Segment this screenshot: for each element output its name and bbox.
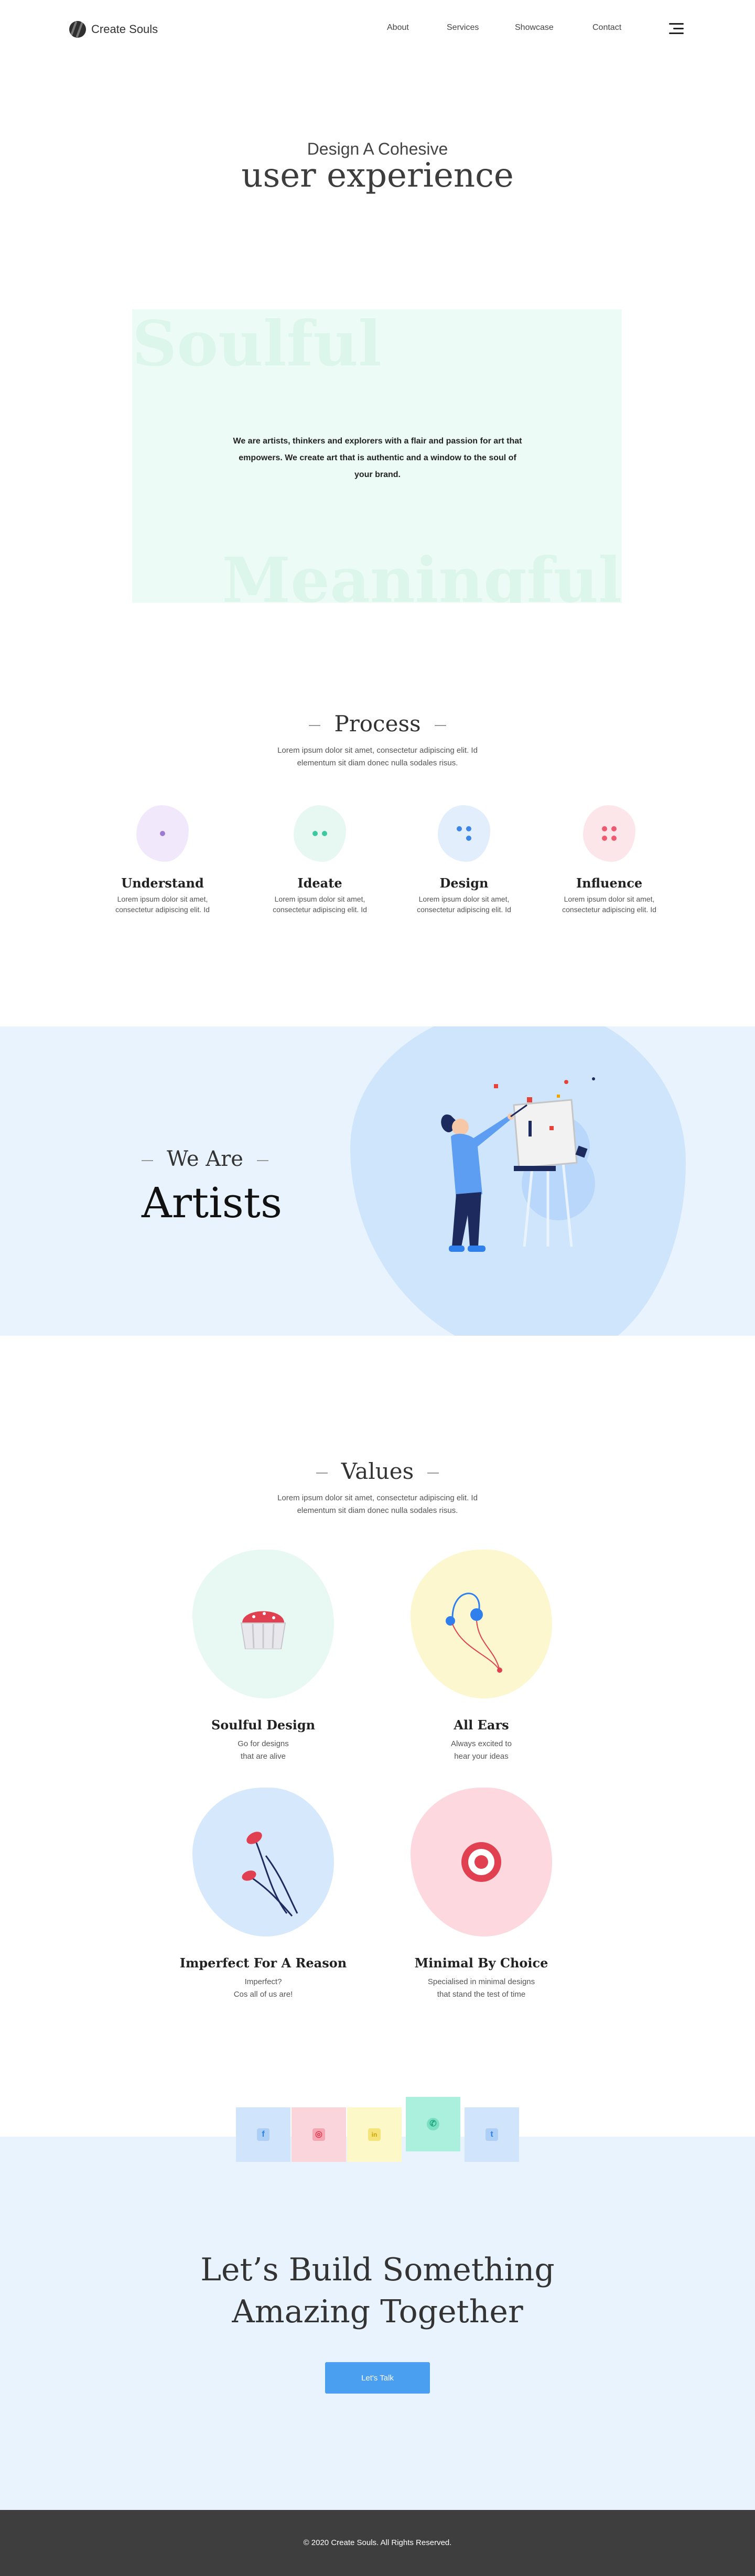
we-are-text: We Are: [167, 1147, 243, 1171]
title-dash: [142, 1160, 153, 1161]
title-dash: [309, 725, 321, 726]
instagram-icon: ◎: [312, 2128, 325, 2141]
understand-icon: [136, 805, 189, 862]
we-are-heading: We Are: [142, 1147, 282, 1171]
values-title: Values: [0, 1458, 755, 1484]
nav-contact[interactable]: Contact: [592, 23, 621, 33]
footer: © 2020 Create Souls. All Rights Reserved…: [0, 2510, 755, 2576]
design-icon: [438, 805, 490, 862]
lets-talk-button[interactable]: Let's Talk: [325, 2362, 430, 2394]
decorative-word-meaningful: Meaningful: [222, 544, 622, 603]
process-step-name: Design: [439, 875, 489, 891]
whatsapp-link[interactable]: ✆: [406, 2097, 460, 2151]
process-step-name: Influence: [576, 875, 643, 891]
intro-panel: Soulful Meaningful We are artists, think…: [132, 309, 622, 603]
ideate-icon: [294, 805, 346, 862]
values-description: Lorem ipsum dolor sit amet, consectetur …: [277, 1493, 478, 1515]
process-title: Process: [0, 711, 755, 737]
value-desc: Specialised in minimal designs that stand…: [397, 1976, 565, 2001]
cta-line-1: Let’s Build Something: [200, 2252, 555, 2288]
hero-title: user experience: [241, 156, 514, 195]
value-soulful-design: Soulful Design Go for designs that are al…: [179, 1550, 347, 1763]
process-step-design: Design Lorem ipsum dolor sit amet, conse…: [406, 805, 522, 915]
nav-services[interactable]: Services: [447, 23, 479, 33]
value-desc: Always excited to hear your ideas: [397, 1738, 565, 1763]
value-desc-line: Imperfect?: [244, 1977, 282, 1986]
value-desc: Go for designs that are alive: [179, 1738, 347, 1763]
title-dash: [256, 1160, 268, 1161]
site-header: Create Souls About Services Showcase Con…: [0, 0, 755, 59]
value-desc-line: that are alive: [241, 1752, 286, 1761]
value-name: All Ears: [454, 1717, 509, 1733]
value-minimal-by-choice: Minimal By Choice Specialised in minimal…: [397, 1788, 565, 2001]
process-step-influence: Influence Lorem ipsum dolor sit amet, co…: [552, 805, 667, 915]
process-step-desc: Lorem ipsum dolor sit amet, consectetur …: [417, 895, 511, 914]
value-desc-line: hear your ideas: [454, 1752, 509, 1761]
earphones-icon: [411, 1550, 552, 1698]
values-title-text: Values: [341, 1458, 414, 1484]
cupcake-icon: [192, 1550, 334, 1698]
artists-title: Artists: [142, 1178, 283, 1227]
title-dash: [316, 1473, 328, 1474]
whatsapp-icon: ✆: [427, 2118, 439, 2130]
value-name: Minimal By Choice: [414, 1955, 548, 1971]
nav-showcase[interactable]: Showcase: [515, 23, 554, 33]
twitter-link[interactable]: t: [465, 2107, 519, 2162]
influence-icon: [583, 805, 635, 862]
linkedin-link[interactable]: in: [347, 2107, 402, 2162]
process-step-ideate: Ideate Lorem ipsum dolor sit amet, conse…: [262, 805, 378, 915]
value-imperfect-for-a-reason: Imperfect For A Reason Imperfect? Cos all…: [179, 1788, 347, 2001]
instagram-link[interactable]: ◎: [292, 2107, 346, 2162]
process-step-name: Ideate: [297, 875, 342, 891]
process-step-name: Understand: [121, 875, 204, 891]
process-title-text: Process: [334, 711, 421, 737]
cta-line-2: Amazing Together: [232, 2293, 523, 2330]
process-step-understand: Understand Lorem ipsum dolor sit amet, c…: [105, 805, 220, 915]
nav-about[interactable]: About: [387, 23, 409, 33]
value-desc-line: Always excited to: [451, 1739, 512, 1748]
value-desc-line: Go for designs: [238, 1739, 289, 1748]
title-dash: [427, 1473, 439, 1474]
artist-painting-illustration: [441, 1077, 595, 1252]
title-dash: [434, 725, 446, 726]
twitter-icon: t: [486, 2128, 498, 2141]
decorative-word-soulful: Soulful: [132, 309, 382, 380]
linkedin-icon: in: [368, 2128, 381, 2141]
flowers-icon: [192, 1788, 334, 1936]
facebook-icon: f: [257, 2128, 269, 2141]
copyright-text: © 2020 Create Souls. All Rights Reserved…: [303, 2538, 452, 2547]
hamburger-menu-icon[interactable]: [669, 23, 684, 35]
value-name: Imperfect For A Reason: [179, 1955, 347, 1971]
facebook-link[interactable]: f: [236, 2107, 290, 2162]
value-desc-line: Cos all of us are!: [233, 1990, 293, 1999]
value-desc-line: Specialised in minimal designs: [427, 1977, 535, 1986]
process-step-desc: Lorem ipsum dolor sit amet, consectetur …: [115, 895, 210, 914]
process-step-desc: Lorem ipsum dolor sit amet, consectetur …: [273, 895, 367, 914]
process-description: Lorem ipsum dolor sit amet, consectetur …: [277, 746, 478, 767]
artists-section: We Are Artists: [0, 1026, 755, 1336]
main-nav: About Services Showcase Contact: [0, 23, 755, 36]
value-desc: Imperfect? Cos all of us are!: [179, 1976, 347, 2001]
process-step-desc: Lorem ipsum dolor sit amet, consectetur …: [562, 895, 656, 914]
value-all-ears: All Ears Always excited to hear your idea…: [397, 1550, 565, 1763]
intro-text: We are artists, thinkers and explorers w…: [233, 437, 522, 479]
value-desc-line: that stand the test of time: [437, 1990, 526, 1999]
cta-heading: Let’s Build Something Amazing Together: [0, 2249, 755, 2333]
target-icon: [411, 1788, 552, 1936]
value-name: Soulful Design: [211, 1717, 316, 1733]
